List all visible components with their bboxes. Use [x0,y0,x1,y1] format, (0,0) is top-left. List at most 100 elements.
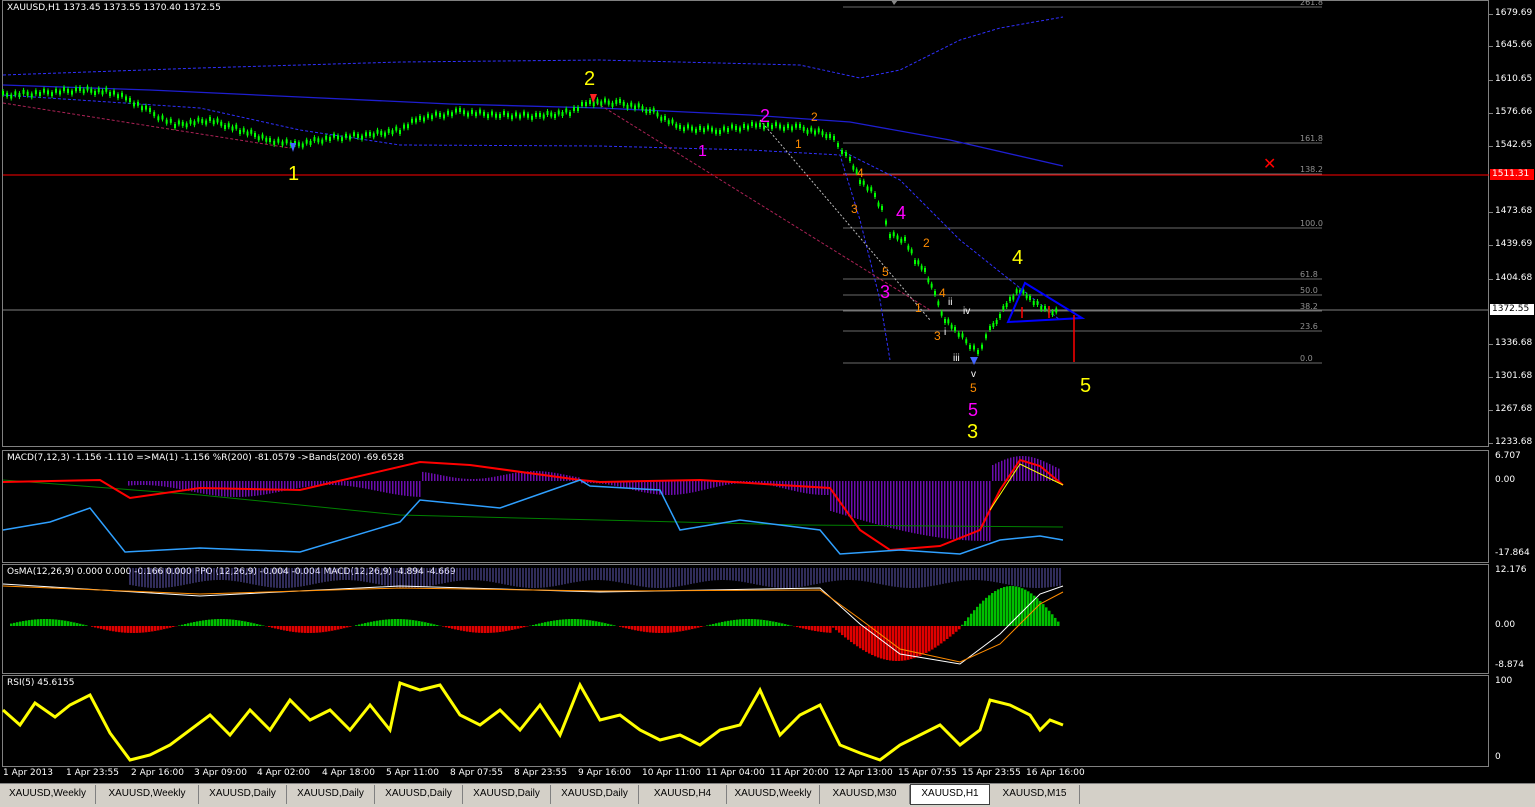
macd-signal-line [2,479,1064,528]
macd-histogram-bar [923,481,925,536]
candle-body [47,90,49,95]
chart-tab[interactable]: XAUUSD,Weekly [727,785,820,804]
osma-histogram-bar [697,626,700,628]
candle-body [231,126,234,131]
chart-tab[interactable]: XAUUSD,Weekly [96,785,199,804]
osma-histogram-bar [670,626,673,633]
candle-body [137,101,139,106]
osma-histogram-bar [184,624,187,626]
macd-histogram-bar [263,481,265,495]
chart-tab[interactable]: XAUUSD,Daily [551,785,639,804]
candle-body [889,234,891,238]
candle-body [535,112,537,117]
osma-histogram-bar [574,619,577,626]
price-axis-tick [1489,14,1493,15]
chart-tab[interactable]: XAUUSD,Daily [287,785,375,804]
macd-histogram-bar [485,478,487,481]
macd-histogram-bar [353,481,355,487]
time-axis-label: 12 Apr 13:00 [834,768,893,778]
osma-histogram-bar [1048,610,1051,626]
osma-histogram-bar [364,623,367,626]
osma-axis-zero: 0.00 [1495,620,1516,630]
candle-body [333,133,335,138]
macd-histogram-bar [860,481,862,520]
osma-histogram-bar [637,626,640,631]
chart-tab[interactable]: XAUUSD,H4 [639,785,727,804]
candle-body [157,116,160,121]
macd-histogram-bar [878,481,880,525]
osma-histogram-bar [853,626,856,645]
candle-body [877,202,880,207]
candle-body [961,333,964,338]
macd-histogram-bar [968,481,970,541]
candle-body [75,87,77,92]
osma-histogram-bar [520,626,523,628]
macd-histogram-bar [920,481,922,535]
wave-label-orange: 3 [934,329,941,343]
osma-histogram-bar [328,626,331,632]
price-axis-label: 1679.69 [1495,8,1533,18]
macd-histogram-bar [674,481,676,495]
osma-histogram-bar [349,626,352,627]
candle-body [224,125,226,129]
wave-label-magenta: 2 [760,106,770,126]
candle-body [917,260,920,265]
fib-level-label: 23.6 [1300,322,1318,331]
osma-histogram-bar [454,626,457,630]
price-axis-tick [1489,212,1493,213]
macd-histogram-bar [1040,460,1042,481]
macd-histogram-bar [170,481,172,488]
macd-histogram-bar [380,481,382,492]
down-arrow-icon [590,94,597,103]
candle-body [86,86,89,91]
osma-histogram-bar [25,620,28,626]
osma-histogram-bar [877,626,880,658]
osma-histogram-bar [118,626,121,633]
candle-body [649,109,651,113]
candle-body [273,140,276,145]
osma-histogram-bar [340,626,343,629]
osma-histogram-bar [856,626,859,647]
price-axis-label: 1336.68 [1495,338,1533,348]
candle-body [989,326,991,330]
osma-histogram-bar [43,619,46,626]
osma-histogram-bar [472,626,475,633]
wave-label-orange: 1 [795,137,802,151]
osma-histogram-bar [466,626,469,632]
candle-body [561,112,564,116]
candle-body [896,235,899,240]
macd-histogram-bar [509,473,511,481]
osma-histogram-bar [535,624,538,626]
macd-histogram-bar [356,481,358,488]
osma-histogram-bar [136,626,139,633]
chart-tab[interactable]: XAUUSD,Daily [375,785,463,804]
osma-histogram-bar [283,626,286,631]
chart-tab[interactable]: XAUUSD,H1 [910,784,990,805]
osma-histogram-bar [187,623,190,626]
osma-histogram-bar [208,619,211,626]
chart-tab[interactable]: XAUUSD,M30 [820,785,910,804]
osma-histogram-bar [229,619,232,626]
candle-body [63,87,65,92]
osma-histogram-bar [1042,604,1045,626]
candle-body [870,187,873,192]
chart-tab[interactable]: XAUUSD,Weekly [0,785,96,804]
macd-histogram-bar [182,481,184,490]
osma-histogram-bar [991,593,994,626]
chart-tab[interactable]: XAUUSD,Daily [199,785,287,804]
osma-histogram-bar [406,619,409,626]
candle-body [703,128,705,133]
chart-tab[interactable]: XAUUSD,M15 [990,785,1080,804]
osma-histogram-bar [244,621,247,626]
candle-body [205,120,208,125]
candle-body [1002,306,1005,310]
chart-tab[interactable]: XAUUSD,Daily [463,785,551,804]
osma-histogram-bar [49,619,52,626]
rsi-axis: 100 0 [1489,675,1535,767]
rsi-line [2,681,1064,762]
osma-histogram-bar [562,619,565,626]
osma-histogram-bar [658,626,661,633]
candle-body [133,102,135,107]
macd-histogram-bar [431,473,433,481]
osma-histogram-bar [121,626,124,633]
